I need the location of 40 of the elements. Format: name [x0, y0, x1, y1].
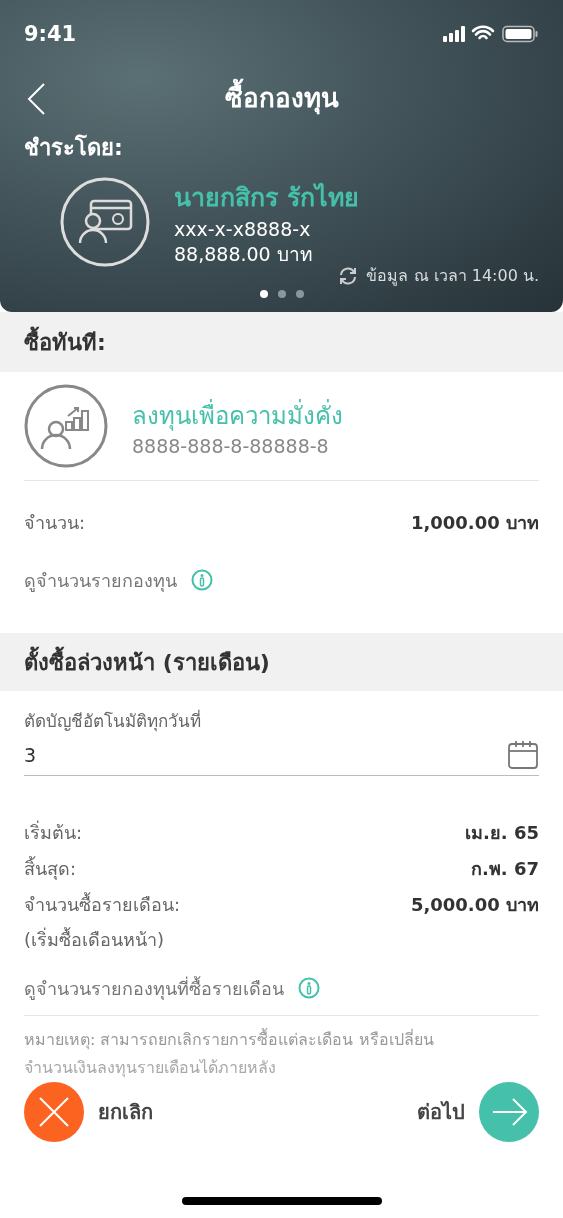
account-card-icon — [60, 177, 150, 267]
amount-label: จำนวน: — [24, 510, 86, 535]
detail-label: จำนวนซื้อรายเดือน: — [24, 891, 181, 917]
calendar-icon — [507, 739, 539, 770]
refresh-icon — [338, 265, 359, 286]
signal-icon — [443, 26, 465, 42]
account-number: xxx-x-x8888-x — [174, 217, 312, 242]
detail-value: 5,000.00 บาท — [410, 892, 539, 917]
debit-day-field[interactable]: 3 — [24, 734, 539, 776]
wifi-icon — [471, 25, 495, 40]
section-heading: ซื้อทันที: — [24, 324, 106, 360]
pay-by-label: ชำระโดย: — [24, 133, 124, 162]
account-balance: 88,888.00 บาท — [174, 242, 314, 267]
info-icon — [191, 569, 213, 591]
monthly-detail-link[interactable]: ดูจำนวนรายกองทุนที่ซื้อรายเดือน — [24, 973, 320, 1003]
page-dot[interactable] — [277, 290, 286, 298]
update-time: ข้อมูล ณ เวลา 14:00 น. — [366, 265, 539, 288]
amount-value: 1,000.00 บาท — [410, 510, 539, 535]
note-text: หมายเหตุ: สามารถยกเลิกรายการซื้อแต่ละเดือน หรือเปลี่ยน — [24, 1027, 435, 1052]
fund-detail-link[interactable]: ดูจำนวนรายกองทุน — [24, 565, 213, 595]
cancel-button[interactable]: ยกเลิก — [24, 1082, 153, 1142]
detail-value: ก.พ. 67 — [471, 856, 539, 881]
status-time: 9:41 — [24, 22, 77, 46]
page-dot[interactable] — [259, 290, 268, 298]
detail-label: เริ่มต้น: — [24, 819, 83, 845]
start-note: (เริ่มซื้อเดือนหน้า) — [24, 926, 166, 952]
detail-label: สิ้นสุด: — [24, 855, 77, 882]
field-label: ตัดบัญชีอัตโนมัติทุกวันที่ — [24, 708, 202, 734]
battery-icon — [502, 25, 538, 43]
fund-number: 8888-888-8-88888-8 — [132, 434, 330, 457]
detail-value: เม.ย. 65 — [465, 820, 539, 845]
section-heading: ตั้งซื้อล่วงหน้า (รายเดือน) — [24, 644, 270, 680]
fund-growth-icon — [24, 384, 108, 468]
account-name: นายกสิกร รักไทย — [174, 181, 359, 214]
info-icon — [298, 977, 320, 999]
fund-name: ลงทุนเพื่อความมั่งคั่ง — [132, 398, 343, 433]
next-button[interactable]: ต่อไป — [417, 1082, 539, 1142]
page-title: ซื้อกองทุน — [224, 76, 339, 118]
note-text: จำนวนเงินลงทุนรายเดือนได้ภายหลัง — [24, 1057, 277, 1080]
page-dot[interactable] — [295, 290, 304, 298]
